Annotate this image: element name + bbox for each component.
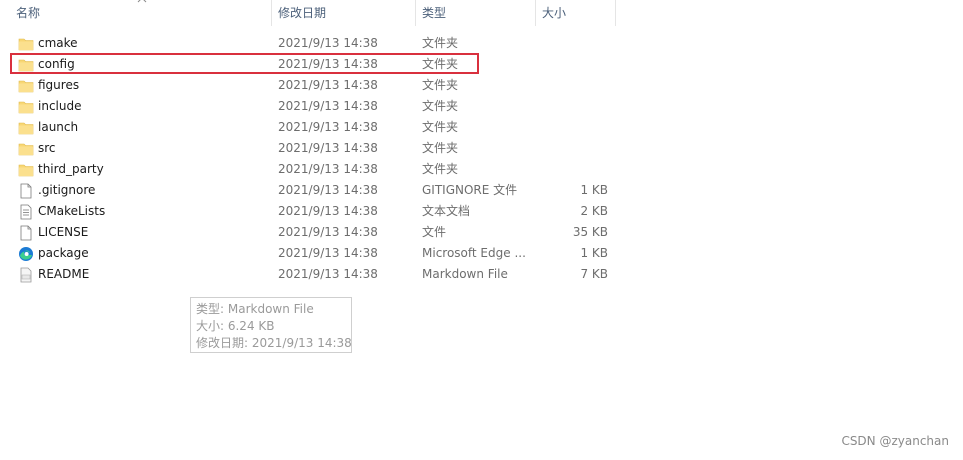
file-row-package[interactable]: package 2021/9/13 14:38 Microsoft Edge ...… [10,243,616,264]
edge-icon [18,246,34,262]
file-name: launch [38,120,79,134]
file-name: .gitignore [38,183,96,197]
file-modified-date: 2021/9/13 14:38 [278,225,378,239]
file-modified-date: 2021/9/13 14:38 [278,204,378,218]
file-name: src [38,141,56,155]
tooltip-type-line: 类型: Markdown File [196,302,314,316]
file-modified-date: 2021/9/13 14:38 [278,246,378,260]
file-name: LICENSE [38,225,89,239]
file-type: 文件夹 [422,162,459,176]
folder-icon [18,57,34,73]
file-row-third-party[interactable]: third_party 2021/9/13 14:38 文件夹 [10,159,616,180]
file-modified-date: 2021/9/13 14:38 [278,183,378,197]
file-row-readme[interactable]: README 2021/9/13 14:38 Markdown File 7 KB [10,264,616,285]
file-modified-date: 2021/9/13 14:38 [278,120,378,134]
file-modified-date: 2021/9/13 14:38 [278,36,378,50]
file-explorer-view: 名称 修改日期 类型 大小 cmake 2021/9/13 14:38 文件夹 con… [0,0,963,460]
file-name: CMakeLists [38,204,106,218]
blank-file-icon [18,183,34,199]
file-type: Microsoft Edge ... [422,246,526,260]
file-name: figures [38,78,80,92]
column-size-header[interactable]: 大小 [536,0,616,26]
file-row-cmake[interactable]: cmake 2021/9/13 14:38 文件夹 [10,33,616,54]
file-type: Markdown File [422,267,508,281]
file-type: 文件夹 [422,57,459,71]
file-modified-date: 2021/9/13 14:38 [278,99,378,113]
tooltip-size-line: 大小: 6.24 KB [196,319,275,333]
blank-file-icon [18,225,34,241]
watermark: CSDN @zyanchan [841,434,949,448]
file-row-launch[interactable]: launch 2021/9/13 14:38 文件夹 [10,117,616,138]
file-name: package [38,246,89,260]
file-type: 文件夹 [422,120,459,134]
folder-icon [18,120,34,136]
column-divider[interactable] [615,0,616,26]
file-type: 文件 [422,225,447,239]
file-name: config [38,57,75,71]
file-modified-date: 2021/9/13 14:38 [278,141,378,155]
text-file-icon [18,204,34,220]
file-name: include [38,99,82,113]
file-row-figures[interactable]: figures 2021/9/13 14:38 文件夹 [10,75,616,96]
file-size: 1 KB [580,183,608,197]
file-type: 文件夹 [422,78,459,92]
folder-icon [18,162,34,178]
markdown-file-icon [18,267,34,283]
file-type: GITIGNORE 文件 [422,183,518,197]
file-type: 文件夹 [422,36,459,50]
column-date-header[interactable]: 修改日期 [272,0,415,26]
file-info-tooltip: 类型: Markdown File 大小: 6.24 KB 修改日期: 2021… [190,297,352,353]
file-list: cmake 2021/9/13 14:38 文件夹 config 2021/9/13 1… [10,33,616,285]
file-size: 35 KB [572,225,608,239]
column-type-header[interactable]: 类型 [416,0,535,26]
folder-icon [18,36,34,52]
file-name: third_party [38,162,104,176]
folder-icon [18,99,34,115]
file-size: 1 KB [580,246,608,260]
column-header: 名称 修改日期 类型 大小 [0,0,616,26]
file-row-src[interactable]: src 2021/9/13 14:38 文件夹 [10,138,616,159]
file-size: 7 KB [580,267,608,281]
file-row-gitignore[interactable]: .gitignore 2021/9/13 14:38 GITIGNORE 文件 1 K… [10,180,616,201]
file-type: 文件夹 [422,99,459,113]
file-row-cmakelists[interactable]: CMakeLists 2021/9/13 14:38 文本文档 2 KB [10,201,616,222]
file-name: README [38,267,90,281]
file-type: 文本文档 [422,204,471,218]
file-modified-date: 2021/9/13 14:38 [278,162,378,176]
column-name-header[interactable]: 名称 [10,0,271,26]
folder-icon [18,78,34,94]
file-modified-date: 2021/9/13 14:38 [278,57,378,71]
file-row-include[interactable]: include 2021/9/13 14:38 文件夹 [10,96,616,117]
tooltip-date-line: 修改日期: 2021/9/13 14:38 [196,336,352,350]
file-modified-date: 2021/9/13 14:38 [278,78,378,92]
file-type: 文件夹 [422,141,459,155]
file-size: 2 KB [580,204,608,218]
file-row-license[interactable]: LICENSE 2021/9/13 14:38 文件 35 KB [10,222,616,243]
folder-icon [18,141,34,157]
file-name: cmake [38,36,78,50]
file-modified-date: 2021/9/13 14:38 [278,267,378,281]
file-row-config[interactable]: config 2021/9/13 14:38 文件夹 [10,54,616,75]
